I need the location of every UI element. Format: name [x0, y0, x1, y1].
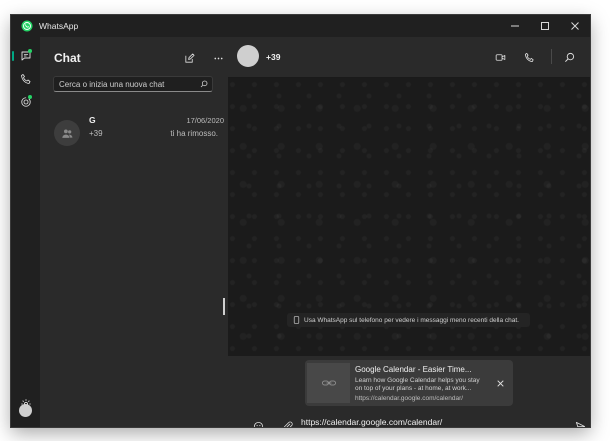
- nav-rail: [11, 37, 40, 427]
- chat-list-panel: Chat G: [40, 37, 228, 427]
- unread-dot: [28, 49, 32, 53]
- app-title: WhatsApp: [39, 21, 79, 31]
- video-icon: [495, 53, 505, 61]
- rail-calls-button[interactable]: [11, 68, 40, 90]
- composer: Google Calendar - Easier Time... Learn h…: [228, 356, 590, 427]
- whatsapp-logo-icon: [21, 20, 33, 32]
- emoji-icon: [253, 421, 263, 427]
- send-icon: [575, 421, 585, 427]
- group-icon: [61, 128, 72, 138]
- message-input[interactable]: [301, 415, 551, 427]
- phone-icon: [524, 52, 534, 62]
- chat-sender: +39: [89, 129, 103, 138]
- search-box: [53, 76, 213, 92]
- new-chat-button[interactable]: [182, 51, 196, 65]
- status-dot: [28, 95, 32, 99]
- voice-call-button[interactable]: [522, 50, 536, 64]
- close-window-button[interactable]: [560, 15, 590, 37]
- close-preview-button[interactable]: [495, 378, 505, 388]
- link-preview-card[interactable]: Google Calendar - Easier Time... Learn h…: [305, 360, 513, 406]
- more-icon: [213, 57, 223, 59]
- link-preview-title: Google Calendar - Easier Time...: [355, 365, 472, 374]
- search-icon: [564, 52, 574, 62]
- send-button[interactable]: [573, 419, 587, 427]
- active-indicator: [12, 51, 14, 61]
- conversation-header: +39: [228, 37, 590, 78]
- link-preview-url: https://calendar.google.com/calendar/: [355, 395, 464, 402]
- conversation-panel: +39 Usa WhatsApp sul telefono per vedere…: [228, 37, 590, 427]
- attach-button[interactable]: [280, 419, 294, 427]
- notice-text: Usa WhatsApp sul telefono per vedere i m…: [304, 316, 519, 324]
- more-options-button[interactable]: [211, 51, 225, 65]
- chat-preview: ti ha rimosso.: [170, 129, 218, 138]
- link-preview-description: Learn how Google Calendar helps you stay…: [355, 377, 480, 392]
- paperclip-icon: [283, 421, 293, 427]
- close-icon: [496, 379, 504, 387]
- whatsapp-window: WhatsApp Chat Cerca o inizia una nuova c…: [11, 15, 590, 427]
- older-messages-notice: Usa WhatsApp sul telefono per vedere i m…: [287, 313, 530, 327]
- contact-avatar[interactable]: [237, 45, 259, 67]
- emoji-button[interactable]: [251, 419, 265, 427]
- maximize-button[interactable]: [530, 15, 560, 37]
- panel-title: Chat: [54, 51, 81, 65]
- chat-list-item[interactable]: G 17/06/2020 +39 ti ha rimosso.: [50, 115, 224, 146]
- close-icon: [571, 22, 579, 30]
- search-input[interactable]: [59, 77, 197, 91]
- chat-date: 17/06/2020: [186, 116, 224, 125]
- phone-icon: [20, 74, 30, 84]
- title-bar: WhatsApp: [11, 15, 590, 37]
- rail-chats-button[interactable]: [11, 45, 40, 67]
- minimize-button[interactable]: [500, 15, 530, 37]
- chat-name: G: [89, 115, 96, 125]
- link-preview-thumbnail: [307, 363, 350, 403]
- compose-icon: [184, 53, 194, 63]
- profile-avatar[interactable]: [19, 404, 32, 417]
- search-icon[interactable]: [200, 80, 208, 88]
- minimize-icon: [511, 25, 519, 27]
- rail-status-button[interactable]: [11, 91, 40, 113]
- maximize-icon: [541, 22, 549, 30]
- header-divider: [551, 49, 552, 64]
- phone-device-icon: [293, 316, 300, 324]
- search-messages-button[interactable]: [562, 50, 576, 64]
- video-call-button[interactable]: [493, 50, 507, 64]
- message-area[interactable]: Usa WhatsApp sul telefono per vedere i m…: [228, 78, 590, 356]
- link-icon: [321, 380, 336, 386]
- panel-resize-handle[interactable]: [223, 298, 225, 315]
- contact-name[interactable]: +39: [266, 52, 280, 62]
- group-avatar: [54, 120, 80, 146]
